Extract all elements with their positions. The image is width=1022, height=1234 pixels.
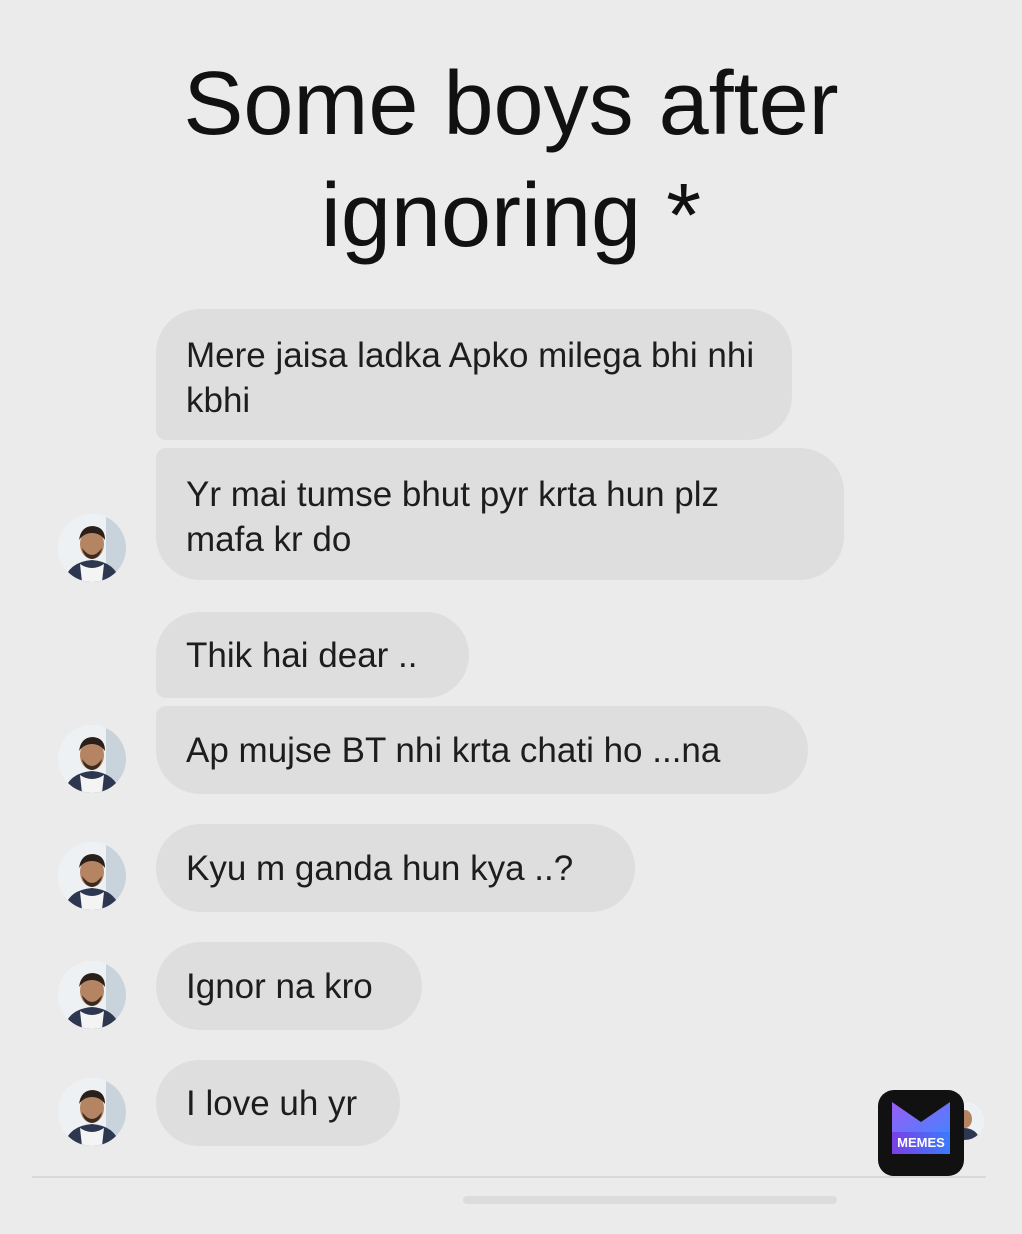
message-text: Ignor na kro	[186, 966, 373, 1006]
chat-bubble-incoming[interactable]: Ignor na kro	[156, 942, 422, 1030]
chat-bubble-incoming[interactable]: Kyu m ganda hun kya ..?	[156, 824, 635, 912]
message-text: Yr mai tumse bhut pyr krta hun plz mafa …	[186, 475, 719, 559]
meme-caption: Some boys after ignoring *	[0, 48, 1022, 272]
chat-divider	[32, 1176, 986, 1178]
message-text: Mere jaisa ladka Apko milega bhi nhi kbh…	[186, 336, 755, 420]
avatar-photo-icon	[58, 725, 126, 793]
chat-bubble-incoming[interactable]: Ap mujse BT nhi krta chati ho ...na	[156, 706, 808, 794]
memes-watermark: MEMES	[878, 1090, 964, 1176]
home-indicator[interactable]	[463, 1196, 837, 1204]
message-text: I love uh yr	[186, 1083, 358, 1123]
caption-line-2: ignoring *	[320, 166, 702, 266]
sender-avatar[interactable]	[58, 725, 126, 793]
avatar-photo-icon	[58, 1078, 126, 1146]
chat-bubble-incoming[interactable]: Yr mai tumse bhut pyr krta hun plz mafa …	[156, 448, 844, 580]
chat-bubble-incoming[interactable]: Mere jaisa ladka Apko milega bhi nhi kbh…	[156, 309, 792, 440]
watermark-label: MEMES	[892, 1132, 950, 1154]
message-text: Thik hai dear ..	[186, 635, 418, 675]
avatar-photo-icon	[58, 514, 126, 582]
caption-line-1: Some boys after	[183, 54, 839, 154]
chat-bubble-incoming[interactable]: Thik hai dear ..	[156, 612, 469, 698]
meme-screen: Some boys after ignoring * Mere jaisa la…	[0, 0, 1022, 1234]
sender-avatar[interactable]	[58, 842, 126, 910]
message-text: Kyu m ganda hun kya ..?	[186, 848, 574, 888]
sender-avatar[interactable]	[58, 1078, 126, 1146]
avatar-photo-icon	[58, 961, 126, 1029]
sender-avatar[interactable]	[58, 514, 126, 582]
chat-bubble-incoming[interactable]: I love uh yr	[156, 1060, 400, 1146]
avatar-photo-icon	[58, 842, 126, 910]
message-text: Ap mujse BT nhi krta chati ho ...na	[186, 730, 721, 770]
sender-avatar[interactable]	[58, 961, 126, 1029]
